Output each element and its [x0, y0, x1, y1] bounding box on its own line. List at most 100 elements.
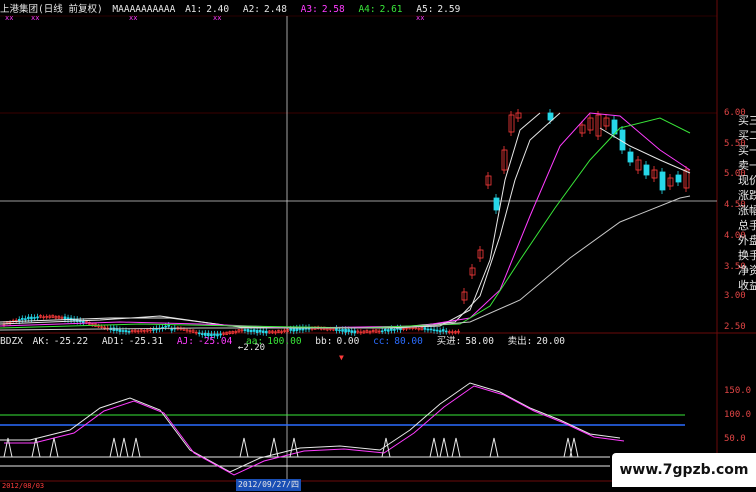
signal-triangle	[429, 437, 439, 458]
candle-body	[627, 151, 634, 163]
candle-body	[344, 328, 347, 333]
candle-body	[170, 328, 174, 331]
candle-body	[477, 249, 484, 259]
candle-body	[246, 329, 250, 332]
signal-triangle	[489, 437, 499, 458]
candle-body	[127, 330, 131, 333]
candle-body	[33, 317, 36, 319]
marker-label: xx	[213, 14, 221, 22]
candle-body	[423, 327, 427, 330]
candle-body	[469, 267, 476, 276]
candle-body	[380, 330, 384, 333]
quote-item: 卖一	[738, 159, 756, 172]
candle-body	[675, 174, 682, 183]
candle-body	[353, 330, 357, 334]
candle-body	[338, 329, 341, 332]
sell-value: 卖出: 20.00	[507, 336, 566, 347]
candle-body	[438, 330, 442, 333]
moving-average-line	[0, 195, 691, 331]
candle-body	[429, 328, 433, 331]
candle-body	[515, 112, 522, 119]
candle-body	[252, 329, 256, 332]
sub-tick: 50.0	[724, 434, 746, 444]
site-watermark: www.7gpzb.com	[612, 453, 756, 487]
quote-item: 净资	[738, 264, 756, 277]
signal-triangle	[451, 437, 461, 458]
candle-body	[167, 324, 170, 327]
ak-value: AK: -25.22	[32, 336, 89, 347]
bb-value: bb: 0.00	[315, 336, 360, 347]
date-start: 2012/08/03	[2, 482, 45, 490]
crosshair-date: 2012/09/27/四	[236, 479, 301, 491]
candle-body	[595, 114, 602, 137]
candle-body	[603, 117, 610, 127]
candle-body	[36, 316, 39, 319]
signal-triangle	[49, 437, 59, 458]
candle-body	[27, 316, 30, 320]
signal-triangle	[239, 437, 249, 458]
candle-body	[118, 329, 122, 332]
candle-body	[347, 329, 350, 332]
moving-average-line	[0, 112, 541, 329]
candle-body	[63, 316, 67, 320]
candle-body	[426, 328, 430, 331]
quote-item: 外盘	[738, 234, 756, 247]
candle-body	[547, 112, 554, 121]
candle-body	[350, 330, 354, 333]
candle-body	[258, 329, 262, 333]
candle-body	[432, 329, 436, 331]
candle-body	[667, 177, 674, 187]
candle-body	[261, 330, 265, 333]
signal-triangle	[3, 437, 13, 458]
signal-triangle	[439, 437, 449, 458]
down-arrow-marker: ▼	[339, 353, 344, 362]
quote-item: 收益	[738, 279, 756, 292]
candle-body	[289, 328, 293, 331]
quote-item: 买二	[738, 129, 756, 142]
candle-body	[243, 329, 247, 331]
candle-body	[341, 329, 344, 332]
candle-body	[393, 328, 396, 331]
candle-body	[390, 327, 393, 331]
candle-body	[383, 328, 387, 332]
ak-line	[0, 382, 621, 473]
candle-body	[441, 329, 445, 332]
candle-body	[152, 329, 155, 331]
candle-body	[508, 114, 515, 133]
candle-body	[651, 169, 658, 179]
candle-body	[82, 320, 85, 324]
candle-body	[20, 318, 24, 320]
candle-body	[24, 318, 27, 320]
marker-label: xx	[5, 14, 13, 22]
sub-indicator-title: BDZX	[0, 336, 23, 347]
candle-body	[197, 332, 201, 335]
candle-body	[635, 159, 642, 171]
marker-label: xx	[129, 14, 137, 22]
stock-chart-window[interactable]: 上港集团(日线 前复权) MAAAAAAAAAA A1: 2.40 A2: 2.48…	[0, 0, 756, 491]
candlestick-chart[interactable]: xx xx xx xx xx ▼	[0, 0, 756, 487]
sub-chart-header: BDZX AK: -25.22 AD1: -25.31 AJ: -25.04 aa: 1…	[0, 336, 573, 348]
candle-body	[435, 329, 439, 332]
buy-value: 买进: 58.00	[436, 336, 494, 347]
quote-item: 现价	[738, 174, 756, 187]
candle-body	[485, 175, 492, 186]
marker-label: xx	[31, 14, 39, 22]
candle-body	[264, 330, 268, 334]
signal-triangle	[109, 437, 119, 458]
cc-value: cc: 80.00	[373, 336, 423, 347]
candle-body	[164, 325, 167, 328]
signal-triangle	[119, 437, 129, 458]
candle-body	[579, 124, 586, 134]
candle-body	[444, 330, 448, 333]
quote-item: 买三	[738, 114, 756, 127]
sub-tick: 150.0	[724, 386, 752, 396]
signal-triangle	[131, 437, 141, 458]
candle-body	[587, 117, 594, 131]
candle-body	[124, 330, 128, 333]
ad1-value: AD1: -25.31	[101, 336, 164, 347]
candle-body	[386, 329, 390, 332]
quote-item: 买一	[738, 144, 756, 157]
quote-item: 涨跌	[738, 189, 756, 202]
candle-body	[292, 328, 296, 332]
quote-item: 涨幅	[738, 204, 756, 217]
